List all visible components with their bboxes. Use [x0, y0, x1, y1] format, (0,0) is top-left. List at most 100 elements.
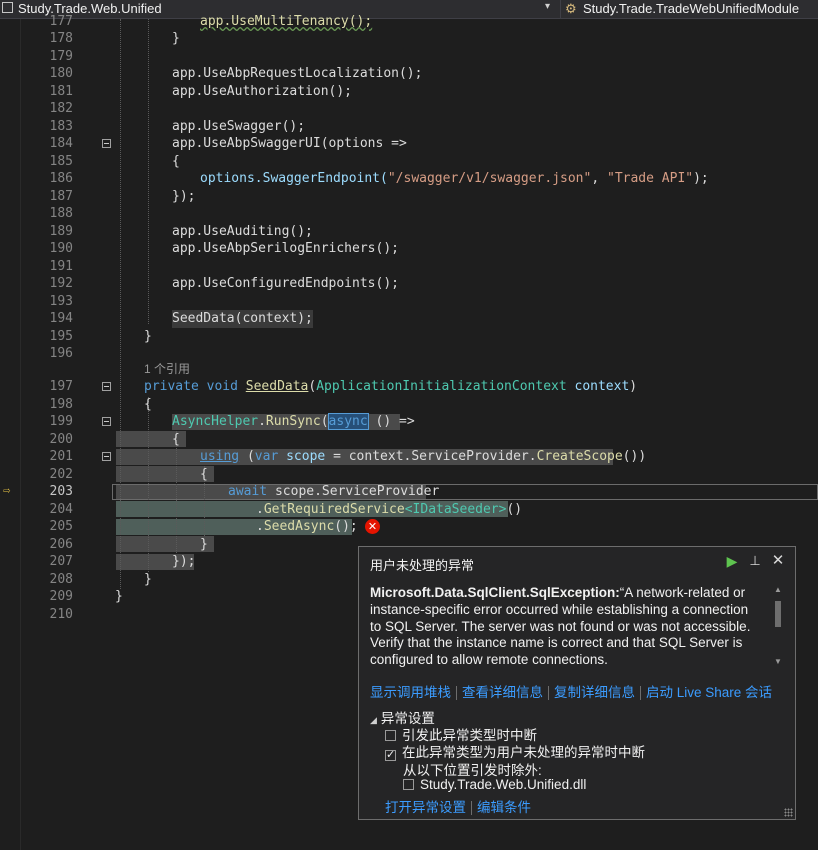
line-number: 194	[49, 311, 73, 326]
code-text: ,	[591, 171, 607, 186]
code-text: app.UseAbpSwaggerUI(options =>	[172, 136, 407, 151]
line-number: 199	[49, 414, 73, 429]
code-text: app.UseAbpRequestLocalization();	[172, 66, 423, 81]
collapse-icon[interactable]	[102, 139, 111, 148]
option-label: 在此异常类型为用户未处理的异常时中断	[402, 745, 645, 760]
line-number: 191	[49, 258, 73, 274]
open-exception-settings-link[interactable]: 打开异常设置	[385, 800, 466, 815]
except-dll-option[interactable]: Study.Trade.Web.Unified.dll	[403, 777, 586, 792]
line-number: 183	[49, 118, 73, 134]
code-text: {	[200, 466, 208, 482]
code-line: 186 options.SwaggerEndpoint("/swagger/v1…	[0, 170, 818, 188]
method-name: RunSync	[265, 414, 321, 429]
except-dll-checkbox[interactable]	[403, 779, 414, 790]
popup-title: 用户未处理的异常	[370, 558, 475, 573]
break-when-thrown-checkbox[interactable]	[385, 730, 396, 741]
break-when-unhandled-option[interactable]: ✓ 在此异常类型为用户未处理的异常时中断	[385, 741, 645, 761]
code-text: app.UseMultiTenancy();	[200, 14, 373, 29]
live-share-link[interactable]: 启动 Live Share 会话	[646, 685, 772, 700]
selected-keyword: async	[327, 413, 369, 430]
code-text: = context.ServiceProvider.	[333, 449, 537, 464]
link-divider	[456, 686, 457, 701]
edit-conditions-link[interactable]: 编辑条件	[477, 800, 531, 815]
keyword: void	[206, 379, 238, 394]
code-line: 204 .GetRequiredService<IDataSeeder>()	[0, 501, 818, 519]
code-text: });	[172, 554, 196, 569]
string-literal: "/swagger/v1/swagger.json"	[387, 171, 592, 186]
collapse-triangle-icon[interactable]: ◢	[370, 715, 377, 725]
scroll-down-icon[interactable]: ▼	[771, 657, 785, 667]
collapse-icon[interactable]	[102, 452, 111, 461]
code-text: {	[172, 431, 180, 447]
error-icon[interactable]: ✕	[365, 519, 380, 534]
code-text: app.UseSwagger();	[172, 118, 306, 134]
line-number: 195	[49, 328, 73, 344]
code-line: 197 private void SeedData(ApplicationIni…	[0, 378, 818, 396]
message-scrollbar[interactable]: ▲ ▼	[771, 585, 785, 667]
close-icon[interactable]: ✕	[769, 552, 787, 570]
code-text: app.UseAuditing();	[172, 223, 313, 239]
line-number: 185	[49, 153, 73, 169]
line-number: 179	[49, 48, 73, 64]
code-text: );	[693, 171, 709, 186]
reference-count-link[interactable]: 1 个引用	[144, 361, 190, 379]
line-number: 190	[49, 241, 73, 256]
code-line: 195 }	[0, 328, 818, 346]
method-name: SeedAsync	[263, 519, 335, 534]
code-line: 194 SeedData(context);	[0, 310, 818, 328]
line-number: 205	[49, 519, 73, 534]
method-name: GetRequiredService	[263, 501, 405, 517]
link-divider	[548, 686, 549, 701]
code-line: 196	[0, 345, 818, 363]
line-number: 208	[49, 571, 73, 587]
chevron-down-icon[interactable]: ▾	[545, 1, 550, 12]
collapse-icon[interactable]	[102, 382, 111, 391]
code-text: .	[256, 519, 264, 534]
code-text: }	[144, 328, 152, 344]
type-name: AsyncHelper	[172, 414, 259, 429]
code-text: () =>	[375, 414, 415, 429]
method-name: CreateScope	[536, 449, 623, 464]
code-line: 183 app.UseSwagger();	[0, 118, 818, 136]
scroll-up-icon[interactable]: ▲	[771, 585, 785, 595]
current-statement-line: ⇨ 203 await scope.ServiceProvider	[0, 483, 818, 501]
code-text: }	[144, 571, 152, 587]
continue-icon[interactable]: ▶	[723, 552, 741, 570]
line-number: 201	[49, 449, 73, 464]
code-line: 192 app.UseConfiguredEndpoints();	[0, 275, 818, 293]
collapse-icon[interactable]	[102, 417, 111, 426]
pin-icon[interactable]: ⊥	[746, 552, 764, 570]
line-number: 200	[49, 431, 73, 447]
code-text: scope.ServiceProvider	[274, 484, 440, 499]
code-line: 182	[0, 100, 818, 118]
code-text: app.UseConfiguredEndpoints();	[172, 276, 399, 291]
line-number: 206	[49, 536, 73, 552]
instruction-pointer-icon[interactable]: ⇨	[3, 483, 10, 497]
code-line: 198 {	[0, 396, 818, 414]
bottom-links: 打开异常设置 编辑条件	[385, 796, 531, 816]
keyword: await	[228, 484, 268, 499]
code-text: });	[172, 188, 196, 204]
code-line: 200 {	[0, 431, 818, 449]
copy-details-link[interactable]: 复制详细信息	[554, 685, 635, 700]
variable-name: scope	[286, 449, 326, 464]
line-number: 207	[49, 554, 73, 569]
line-number: 203	[49, 484, 73, 499]
code-line: 189 app.UseAuditing();	[0, 223, 818, 241]
code-line: 177 app.UseMultiTenancy();	[0, 13, 818, 31]
line-number: 192	[49, 276, 73, 291]
resize-grip[interactable]	[784, 808, 793, 817]
parameter-name: context	[574, 379, 630, 394]
line-number: 209	[49, 589, 73, 604]
code-text: ()	[506, 501, 523, 517]
exception-type: Microsoft.Data.SqlClient.SqlException:	[370, 585, 620, 600]
scroll-thumb[interactable]	[775, 601, 781, 627]
code-line: 180 app.UseAbpRequestLocalization();	[0, 65, 818, 83]
break-when-unhandled-checkbox[interactable]: ✓	[385, 750, 396, 761]
show-call-stack-link[interactable]: 显示调用堆栈	[370, 685, 451, 700]
line-number: 204	[49, 501, 73, 517]
line-number: 177	[49, 14, 73, 29]
code-line: 179	[0, 48, 818, 66]
view-details-link[interactable]: 查看详细信息	[462, 685, 543, 700]
line-number: 178	[49, 31, 73, 46]
